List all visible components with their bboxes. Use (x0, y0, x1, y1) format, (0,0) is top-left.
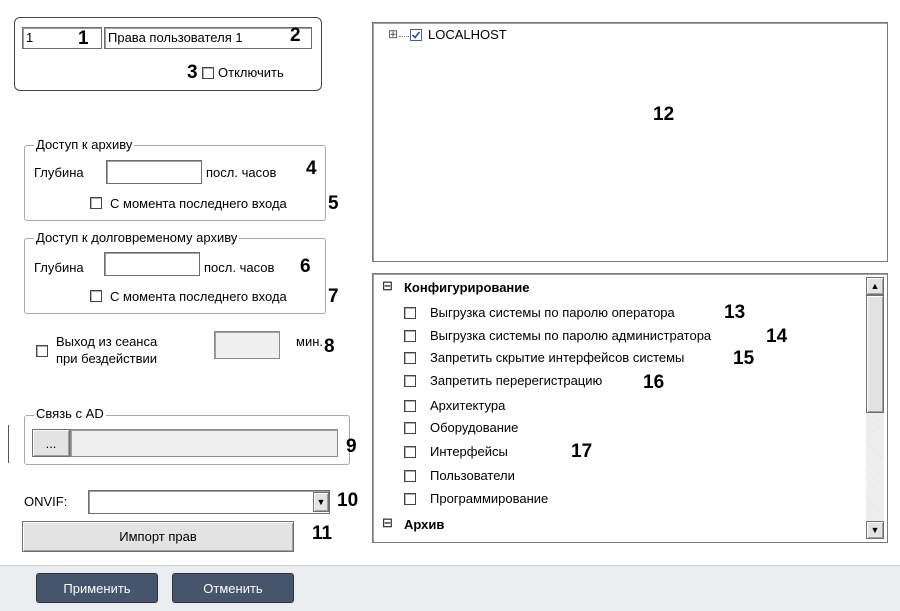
callout-2: 2 (290, 25, 301, 46)
perm-checkbox-6[interactable] (404, 422, 416, 434)
callout-1: 1 (78, 28, 89, 49)
id-field[interactable]: 1 (22, 27, 102, 49)
name-field[interactable]: Права пользователя 1 (104, 27, 312, 49)
archive-since-login-checkbox[interactable] (90, 197, 102, 209)
archive-depth-input[interactable] (106, 160, 202, 184)
ad-browse-button[interactable]: ... (32, 429, 70, 457)
perm-checkbox-5[interactable] (404, 400, 416, 412)
callout-14: 14 (766, 326, 788, 347)
perm-label-9: Программирование (430, 491, 549, 506)
perm-checkbox-9[interactable] (404, 493, 416, 505)
ad-account-field[interactable] (70, 429, 338, 457)
perm-label-2: Выгрузка системы по паролю администратор… (430, 328, 712, 343)
group-toggle-icon[interactable]: ⊟ (382, 515, 393, 531)
group-configuration-label: Конфигурирование (404, 280, 530, 295)
perm-label-1: Выгрузка системы по паролю оператора (430, 305, 675, 320)
perm-checkbox-3[interactable] (404, 352, 416, 364)
long-archive-depth-label: Глубина (34, 260, 84, 275)
checkmark-icon (411, 31, 421, 39)
callout-17: 17 (571, 441, 593, 462)
idle-logout-label-2: при бездействии (56, 351, 158, 366)
callout-5: 5 (328, 193, 339, 214)
archive-hours-label: посл. часов (206, 165, 277, 180)
onvif-label: ONVIF: (24, 494, 68, 509)
idle-logout-checkbox[interactable] (36, 345, 48, 357)
callout-11: 11 (312, 523, 333, 544)
ad-left-marker (8, 425, 9, 463)
idle-logout-label-1: Выход из сеанса (56, 334, 158, 349)
scroll-up-button[interactable]: ▲ (866, 277, 884, 295)
cancel-button[interactable]: Отменить (172, 573, 294, 603)
perm-label-8: Пользователи (430, 468, 515, 483)
callout-8: 8 (324, 336, 335, 357)
name-value: Права пользователя 1 (108, 30, 243, 45)
long-archive-since-login-checkbox[interactable] (90, 290, 102, 302)
callout-10: 10 (337, 490, 359, 511)
long-archive-hours-label: посл. часов (204, 260, 275, 275)
chevron-down-icon: ▼ (316, 497, 326, 507)
scroll-down-button[interactable]: ▼ (866, 521, 884, 539)
callout-13: 13 (724, 302, 746, 323)
group-toggle-icon[interactable]: ⊟ (382, 278, 393, 294)
localhost-checkbox[interactable] (410, 29, 422, 41)
perm-label-5: Архитектура (430, 398, 506, 413)
long-archive-since-login-label: С момента последнего входа (110, 289, 287, 304)
onvif-select[interactable] (88, 490, 330, 514)
archive-depth-label: Глубина (34, 165, 84, 180)
callout-16: 16 (643, 372, 665, 393)
perm-label-4: Запретить перерегистрацию (430, 373, 603, 388)
id-value: 1 (26, 30, 34, 45)
disable-label: Отключить (218, 65, 284, 80)
tree-expand-icon[interactable]: ⊞ (388, 27, 398, 41)
import-rights-button[interactable]: Импорт прав (22, 521, 294, 552)
callout-15: 15 (733, 348, 755, 369)
perm-checkbox-2[interactable] (404, 330, 416, 342)
apply-button[interactable]: Применить (36, 573, 158, 603)
group-archive-label: Архив (404, 517, 445, 532)
perm-label-7: Интерфейсы (430, 444, 508, 459)
perm-checkbox-7[interactable] (404, 446, 416, 458)
onvif-dropdown-button[interactable]: ▼ (313, 492, 329, 512)
archive-access-legend: Доступ к архиву (34, 137, 135, 152)
perm-label-3: Запретить скрытие интерфейсов системы (430, 350, 685, 365)
chevron-down-icon: ▼ (870, 525, 880, 535)
callout-9: 9 (346, 436, 357, 457)
callout-6: 6 (300, 256, 311, 277)
callout-3: 3 (187, 62, 198, 83)
callout-4: 4 (306, 158, 317, 179)
archive-since-login-label: С момента последнего входа (110, 196, 287, 211)
perm-checkbox-1[interactable] (404, 307, 416, 319)
disable-checkbox[interactable] (202, 67, 214, 79)
perm-checkbox-4[interactable] (404, 375, 416, 387)
chevron-up-icon: ▲ (870, 281, 880, 291)
scroll-thumb[interactable] (866, 295, 884, 413)
perm-label-6: Оборудование (430, 420, 519, 435)
idle-minutes-input[interactable] (214, 331, 280, 359)
long-archive-legend: Доступ к долговременому архиву (34, 230, 240, 245)
perm-checkbox-8[interactable] (404, 470, 416, 482)
objects-tree-panel[interactable] (372, 22, 888, 262)
ad-link-legend: Связь с AD (34, 406, 106, 421)
callout-7: 7 (328, 286, 339, 307)
tree-root-label: LOCALHOST (428, 27, 507, 42)
long-archive-depth-input[interactable] (104, 252, 200, 276)
idle-minutes-unit: мин. (296, 334, 323, 349)
callout-12: 12 (653, 104, 675, 125)
tree-connector (399, 36, 409, 37)
